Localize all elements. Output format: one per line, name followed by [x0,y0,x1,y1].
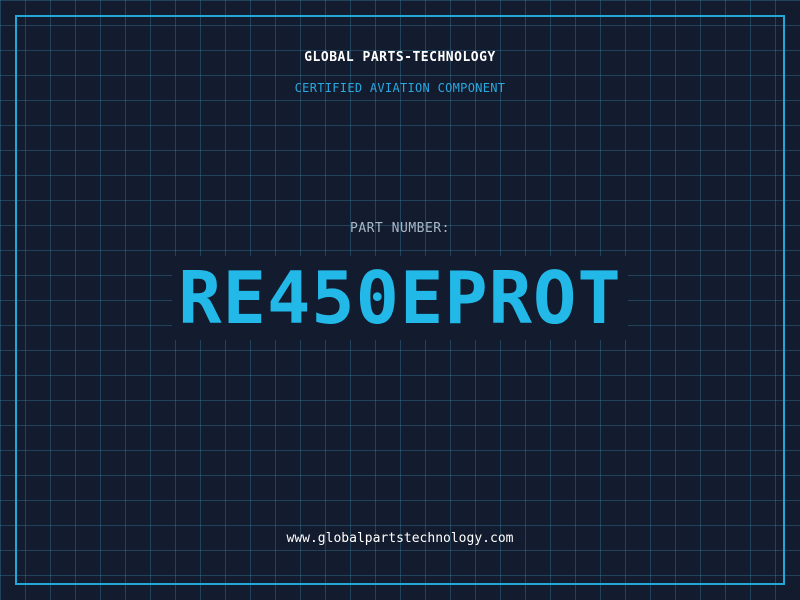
tagline: CERTIFIED AVIATION COMPONENT [294,81,506,95]
part-number-label: PART NUMBER: [350,221,450,236]
company-name: GLOBAL PARTS-TECHNOLOGY [304,50,496,65]
website-url: www.globalpartstechnology.com [286,531,514,546]
part-number-value: RE450EPROT [172,256,628,340]
part-number: RE450EPROT [0,255,800,341]
